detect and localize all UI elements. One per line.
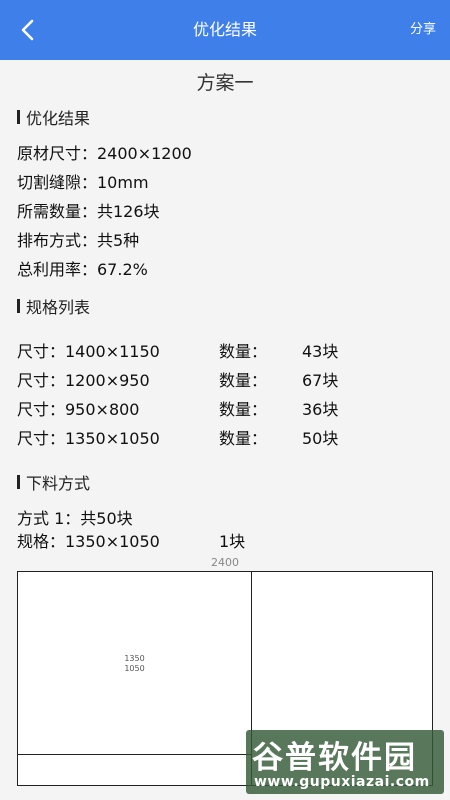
share-button[interactable]: 分享 xyxy=(410,0,436,60)
watermark-text: 谷普软件园 xyxy=(252,740,417,776)
summary-quantity: 所需数量：共126块 xyxy=(17,202,160,221)
section-marker xyxy=(17,475,20,489)
spec-qty: 50块 xyxy=(302,429,339,448)
spec-qty-label: 数量： xyxy=(219,400,268,419)
spec-size: 尺寸：1200×950 xyxy=(17,371,150,390)
spec-qty: 67块 xyxy=(302,371,339,390)
section-marker xyxy=(17,299,20,313)
page-title: 优化结果 xyxy=(192,20,257,39)
spec-row: 尺寸：1350×1050 数量： 50块 xyxy=(17,425,437,449)
spec-qty-label: 数量： xyxy=(219,371,268,390)
watermark-url: www.gupuxiazai.com xyxy=(254,774,430,790)
section-heading-label: 规格列表 xyxy=(26,298,91,317)
spec-row: 尺寸：1200×950 数量： 67块 xyxy=(17,367,437,391)
cutting-spec-row: 规格：1350×1050 1块 xyxy=(17,528,437,552)
cutting-spec-count: 1块 xyxy=(219,532,246,551)
section-marker xyxy=(17,110,20,124)
watermark-logo: 谷普软件园 www.gupuxiazai.com xyxy=(246,730,444,794)
plan-title: 方案一 xyxy=(196,72,254,94)
offcut-strip xyxy=(18,755,252,785)
cut-piece-width: 1350 xyxy=(124,654,145,663)
app-header: 优化结果 分享 xyxy=(0,0,450,60)
section-heading-specs: 规格列表 xyxy=(17,294,90,318)
spec-size: 尺寸：950×800 xyxy=(17,400,140,419)
spec-qty: 43块 xyxy=(302,342,339,361)
spec-qty-label: 数量： xyxy=(219,342,268,361)
summary-layouts: 排布方式：共5种 xyxy=(17,231,140,250)
section-heading-label: 优化结果 xyxy=(26,109,91,128)
spec-row: 尺寸：1400×1150 数量： 43块 xyxy=(17,338,437,362)
spec-qty-label: 数量： xyxy=(219,429,268,448)
spec-row: 尺寸：950×800 数量： 36块 xyxy=(17,396,437,420)
summary-material-size: 原材尺寸：2400×1200 xyxy=(17,144,192,163)
cutting-spec: 规格：1350×1050 xyxy=(17,532,160,551)
summary-kerf: 切割缝隙：10mm xyxy=(17,173,149,192)
section-heading-label: 下料方式 xyxy=(26,474,91,493)
spec-qty: 36块 xyxy=(302,400,339,419)
section-heading-result: 优化结果 xyxy=(17,105,90,129)
spec-size: 尺寸：1400×1150 xyxy=(17,342,160,361)
summary-utilization: 总利用率：67.2% xyxy=(17,260,148,279)
section-heading-cutting: 下料方式 xyxy=(17,470,90,494)
board-width-label: 2400 xyxy=(211,556,239,569)
cut-piece-label: 1350 1050 xyxy=(18,654,251,674)
cutting-mode: 方式 1：共50块 xyxy=(17,509,133,528)
spec-size: 尺寸：1350×1050 xyxy=(17,429,160,448)
cut-piece: 1350 1050 xyxy=(18,572,252,755)
cut-piece-height: 1050 xyxy=(124,664,145,673)
